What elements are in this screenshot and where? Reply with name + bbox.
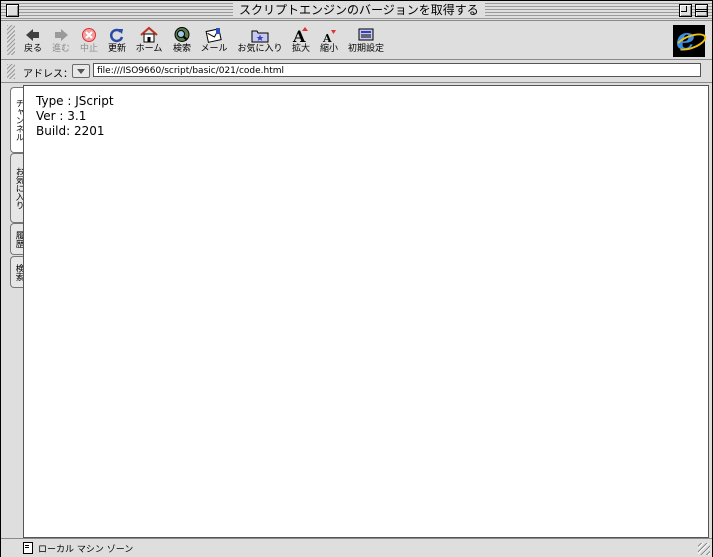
search-button[interactable]: 検索 bbox=[169, 26, 195, 58]
preferences-button[interactable]: 初期設定 bbox=[346, 26, 386, 58]
back-arrow-icon bbox=[22, 26, 44, 44]
browser-window: スクリプトエンジンのバージョンを取得する 戻る 進む 中止 更新 ホーム 検索 … bbox=[0, 0, 713, 557]
status-bar: ローカル マシン ゾーン bbox=[1, 538, 712, 557]
address-bar: アドレス： file:///ISO9660/script/basic/021/c… bbox=[1, 60, 712, 83]
collapse-box[interactable] bbox=[695, 4, 708, 17]
favorites-icon bbox=[249, 26, 271, 44]
forward-button[interactable]: 進む bbox=[48, 26, 74, 58]
svg-text:A: A bbox=[322, 32, 332, 44]
search-icon bbox=[171, 26, 193, 44]
type-line: Type : JScript bbox=[36, 94, 114, 108]
mail-button[interactable]: メール bbox=[199, 26, 229, 58]
home-icon bbox=[138, 26, 160, 44]
mail-icon bbox=[203, 26, 225, 44]
title-bar[interactable]: スクリプトエンジンのバージョンを取得する bbox=[1, 1, 712, 21]
text-larger-icon: A bbox=[290, 26, 312, 46]
close-box[interactable] bbox=[6, 4, 19, 17]
zoom-box[interactable] bbox=[679, 4, 692, 17]
ie-logo: e bbox=[673, 22, 709, 57]
address-input[interactable]: file:///ISO9660/script/basic/021/code.ht… bbox=[93, 63, 701, 77]
zone-text: ローカル マシン ゾーン bbox=[38, 545, 134, 555]
zone-icon bbox=[23, 542, 33, 554]
page-content: Type : JScript Ver : 3.1 Build: 2201 bbox=[23, 85, 709, 538]
toolbar-grip[interactable] bbox=[7, 25, 15, 55]
home-button[interactable]: ホーム bbox=[134, 26, 164, 58]
stop-icon bbox=[78, 26, 100, 44]
text-smaller-icon: A bbox=[318, 26, 340, 45]
resize-handle[interactable] bbox=[698, 543, 710, 555]
refresh-icon bbox=[106, 26, 128, 44]
address-grip[interactable] bbox=[7, 64, 15, 79]
script-info: Type : JScript Ver : 3.1 Build: 2201 bbox=[36, 94, 114, 139]
address-dropdown-button[interactable] bbox=[72, 64, 90, 78]
toolbar: 戻る 進む 中止 更新 ホーム 検索 メール お気に入り A 拡大 A 縮小 初… bbox=[1, 21, 712, 60]
refresh-button[interactable]: 更新 bbox=[105, 26, 129, 58]
forward-arrow-icon bbox=[50, 26, 72, 44]
version-line: Ver : 3.1 bbox=[36, 109, 87, 123]
stop-button[interactable]: 中止 bbox=[77, 26, 101, 58]
text-larger-button[interactable]: A 拡大 bbox=[290, 26, 312, 58]
preferences-icon bbox=[355, 26, 377, 44]
address-label: アドレス： bbox=[23, 69, 73, 80]
favorites-button[interactable]: お気に入り bbox=[236, 26, 284, 58]
build-line: Build: 2201 bbox=[36, 124, 105, 138]
window-title: スクリプトエンジンのバージョンを取得する bbox=[233, 3, 485, 18]
text-smaller-button[interactable]: A 縮小 bbox=[318, 26, 340, 58]
back-button[interactable]: 戻る bbox=[21, 26, 45, 58]
